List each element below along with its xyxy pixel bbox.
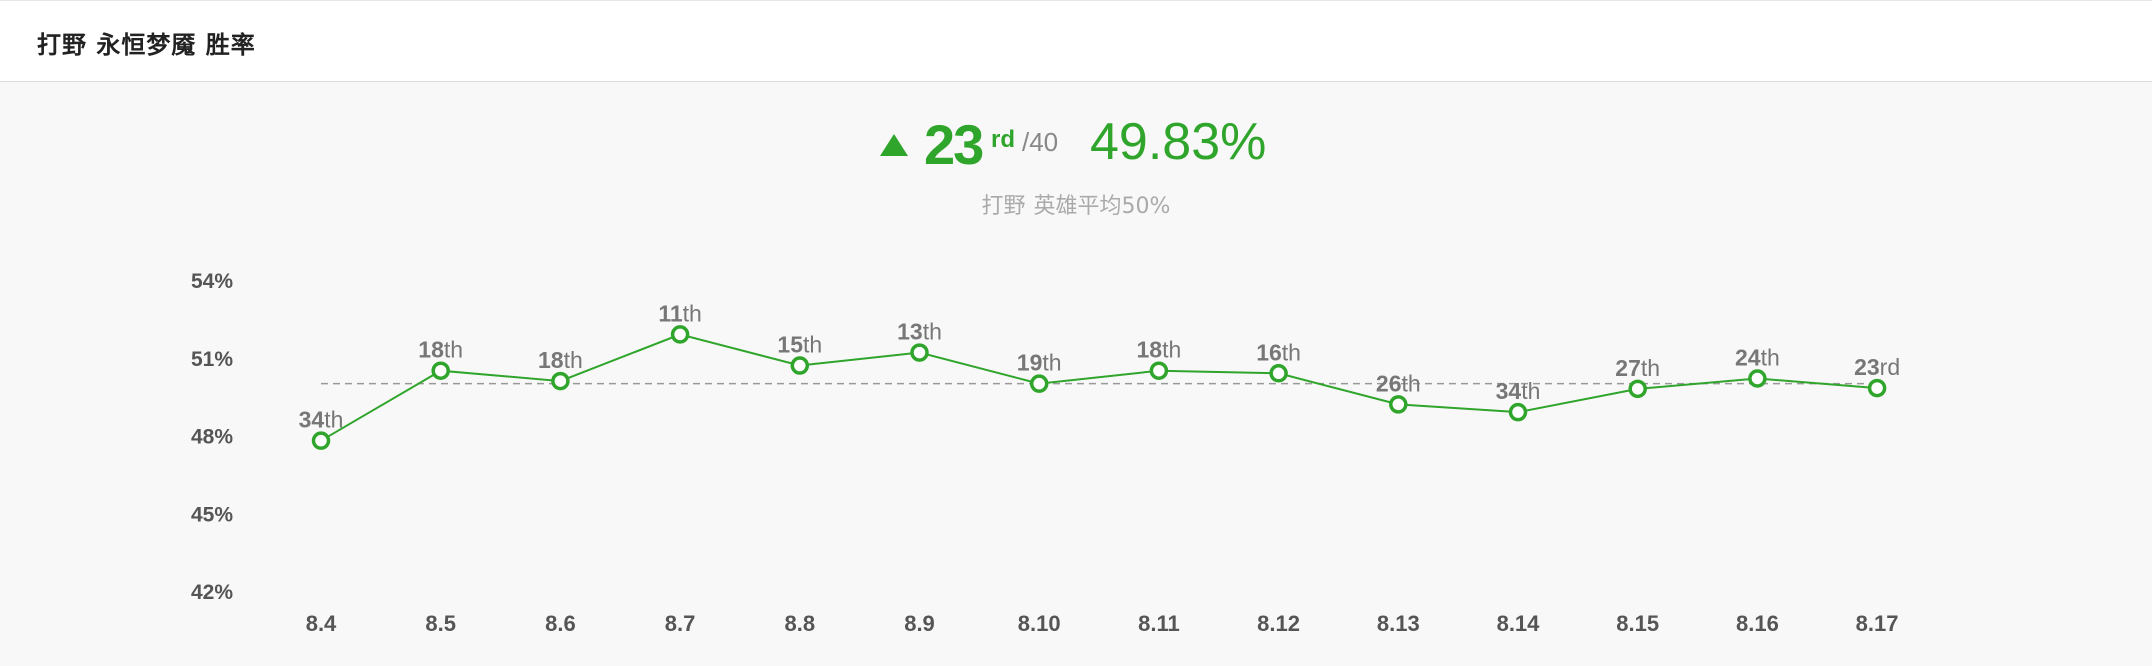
x-tick-label: 8.15 [1616, 611, 1659, 636]
x-tick-label: 8.11 [1138, 611, 1180, 636]
data-point [1867, 378, 1887, 398]
y-tick-label: 42% [191, 581, 233, 604]
x-tick-label: 8.5 [425, 611, 456, 636]
data-point [790, 356, 810, 375]
x-tick-label: 8.6 [545, 611, 576, 636]
y-tick-label: 48% [191, 426, 233, 449]
rank-label: 18th [538, 347, 583, 373]
rank-label: 34th [299, 407, 344, 433]
rank-suffix: rd [991, 126, 1015, 153]
x-tick-label: 8.10 [1018, 611, 1061, 636]
y-tick-label: 54% [191, 270, 233, 293]
x-tick-label: 8.4 [306, 611, 337, 636]
rank-label: 13th [897, 319, 942, 345]
data-point [1389, 395, 1408, 414]
data-point [1508, 402, 1528, 422]
data-point [1029, 374, 1049, 393]
data-point [311, 431, 331, 450]
data-point [1748, 369, 1767, 388]
rank-label: 26th [1376, 370, 1421, 396]
x-tick-label: 8.13 [1377, 611, 1420, 636]
x-tick-label: 8.16 [1736, 611, 1779, 636]
data-point [910, 343, 929, 362]
data-point [431, 361, 450, 380]
rank-label: 18th [1137, 337, 1182, 363]
x-tick-label: 8.7 [665, 611, 696, 636]
win-rate-chart: 54% 51% 48% 45% 42% 8.4 8.5 8.6 8.7 8.8 8.9 8.10 8.1… [191, 270, 1900, 636]
rank-total: /40 [1022, 127, 1059, 157]
rank-number: 23 [924, 113, 984, 176]
data-point [1628, 379, 1647, 399]
rank-label: 15th [777, 332, 822, 358]
rank-label: 34th [1496, 378, 1541, 404]
win-rate-value: 49.83% [1090, 113, 1267, 171]
average-text: 英雄平均50% [1033, 194, 1171, 219]
rank-label: 27th [1615, 355, 1660, 381]
data-point [1149, 361, 1169, 380]
y-tick-label: 45% [191, 503, 233, 526]
average-role: 打野 [981, 194, 1026, 219]
rank-label: 19th [1017, 350, 1062, 376]
rank-label: 11th [658, 300, 702, 326]
x-tick-label: 8.14 [1497, 611, 1541, 636]
rank-label: 24th [1735, 344, 1780, 370]
x-tick-label: 8.12 [1257, 611, 1300, 636]
data-point [1269, 364, 1288, 383]
trend-up-icon [880, 134, 908, 156]
y-tick-label: 51% [191, 348, 233, 371]
rank-label: 18th [418, 337, 463, 363]
x-tick-label: 8.9 [904, 611, 935, 636]
average-caption: 打野 英雄平均50% [0, 188, 2152, 220]
summary-block: 23 rd /40 49.83% 打野 英雄平均50% [0, 110, 2152, 219]
x-tick-label: 8.17 [1856, 611, 1899, 636]
data-point [670, 325, 690, 344]
rank-label: 16th [1256, 339, 1301, 365]
x-tick-label: 8.8 [785, 611, 816, 636]
rank-label: 23rd [1854, 354, 1900, 380]
data-point [551, 371, 570, 391]
